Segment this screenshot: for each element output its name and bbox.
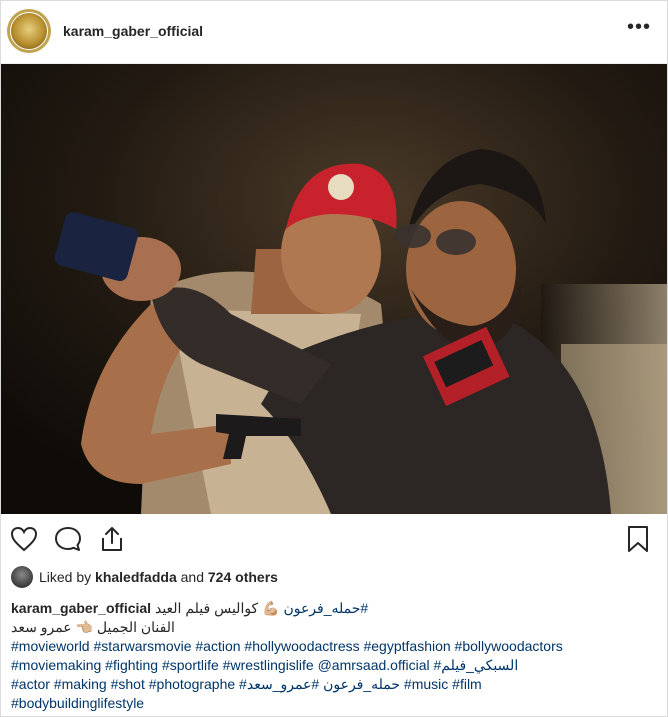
post-actions — [1, 514, 667, 564]
caption-line: الفنان الجميل 👈🏼 عمرو سعد — [11, 618, 661, 637]
hashtag-link[interactable]: #حمله_فرعون — [283, 600, 368, 616]
liker-avatar[interactable] — [11, 566, 33, 588]
bookmark-icon[interactable] — [623, 524, 653, 554]
others-link[interactable]: 724 others — [208, 569, 278, 585]
hashtag-line[interactable]: #movieworld #starwarsmovie #action #holl… — [11, 637, 661, 656]
post-caption: karam_gaber_official #حمله_فرعون 💪🏼 كوال… — [11, 599, 661, 713]
username-link[interactable]: karam_gaber_official — [63, 23, 203, 39]
share-icon[interactable] — [97, 524, 127, 554]
liked-by-text: Liked by khaledfadda and 724 others — [39, 569, 278, 585]
caption-text: 💪🏼 كواليس فيلم العيد — [154, 600, 280, 616]
caption-username[interactable]: karam_gaber_official — [11, 600, 151, 616]
caption-line: karam_gaber_official #حمله_فرعون 💪🏼 كوال… — [11, 599, 661, 618]
hashtag-line[interactable]: #moviemaking #fighting #sportlife #wrest… — [11, 656, 661, 675]
liker-username[interactable]: khaledfadda — [95, 569, 177, 585]
post-header: karam_gaber_official ••• — [1, 1, 667, 64]
instagram-post: karam_gaber_official ••• Liked by khaled… — [0, 0, 668, 717]
hashtag-line[interactable]: #bodybuildinglifestyle — [11, 694, 661, 713]
avatar[interactable] — [7, 9, 51, 53]
heart-icon[interactable] — [9, 524, 39, 554]
hashtag-line[interactable]: #actor #making #shot #photographe #حمله_… — [11, 675, 661, 694]
caption-text: الفنان الجميل 👈🏼 عمرو سعد — [11, 619, 175, 635]
photo-illustration — [1, 64, 667, 514]
post-photo[interactable] — [1, 64, 667, 514]
comment-icon[interactable] — [53, 524, 83, 554]
more-options-icon[interactable]: ••• — [627, 17, 651, 37]
